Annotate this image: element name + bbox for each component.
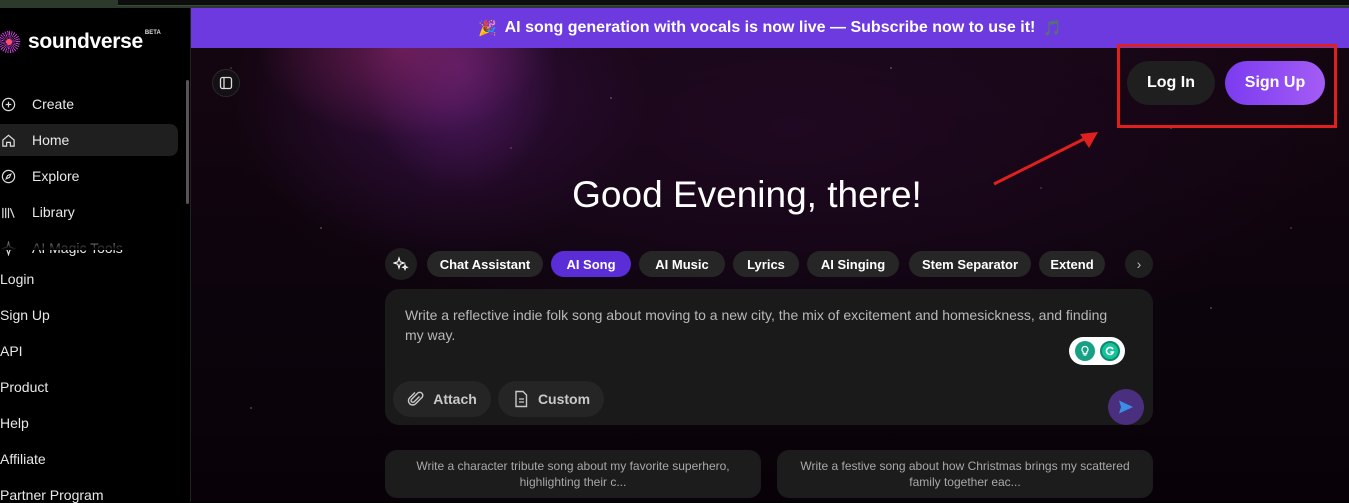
suggestion-card-1[interactable]: Write a character tribute song about my …	[385, 450, 761, 498]
brand-name: soundverse	[28, 30, 143, 53]
compass-icon	[0, 168, 16, 184]
home-icon	[0, 132, 16, 148]
sidebar-item-library[interactable]: Library	[0, 196, 178, 228]
chip-stem-separator[interactable]: Stem Separator	[909, 251, 1031, 277]
lightbulb-icon	[1074, 341, 1095, 361]
send-icon	[1119, 400, 1133, 414]
sidebar-item-label: Library	[32, 204, 75, 220]
grammarly-icon	[1099, 341, 1120, 361]
send-button[interactable]	[1108, 389, 1144, 425]
chip-ai-singing[interactable]: AI Singing	[807, 251, 899, 277]
link-product[interactable]: Product	[0, 379, 48, 395]
link-affiliate[interactable]: Affiliate	[0, 451, 46, 467]
nav-fade-overlay	[0, 236, 190, 250]
sidebar-item-label: Create	[32, 96, 75, 112]
browser-tab-edge	[118, 0, 1349, 6]
paperclip-icon	[407, 391, 424, 406]
attach-button[interactable]: Attach	[393, 381, 491, 417]
sidebar-item-explore[interactable]: Explore	[0, 160, 178, 192]
sidebar-item-label: Home	[32, 132, 70, 148]
prompt-input[interactable]: Write a reflective indie folk song about…	[405, 305, 1125, 345]
sidebar-scrollbar[interactable]	[186, 80, 189, 204]
link-api[interactable]: API	[0, 343, 23, 359]
chip-extend[interactable]: Extend	[1039, 251, 1105, 277]
sidebar-item-home[interactable]: Home	[0, 124, 178, 156]
library-icon	[0, 204, 16, 220]
greeting-heading: Good Evening, there!	[191, 174, 1349, 216]
chevron-right-icon: ›	[1136, 256, 1142, 272]
greeting-text: Good Evening, there!	[572, 174, 922, 215]
sidebar: soundverse BETA Create Home Explore Libr…	[0, 8, 191, 503]
link-sign-up[interactable]: Sign Up	[0, 307, 50, 323]
sparkles-icon	[393, 256, 409, 271]
suggestion-card-2[interactable]: Write a festive song about how Christmas…	[777, 450, 1153, 498]
sidebar-item-create[interactable]: Create	[0, 88, 178, 120]
brand-logo[interactable]: soundverse BETA	[0, 28, 161, 56]
announcement-banner[interactable]: 🎉 AI song generation with vocals is now …	[191, 8, 1349, 48]
custom-button[interactable]: Custom	[498, 381, 604, 417]
tool-chips-bar: Chat Assistant AI Song AI Music Lyrics A…	[385, 248, 1153, 280]
prompt-card: Write a reflective indie folk song about…	[385, 289, 1153, 425]
grammarly-widget[interactable]	[1069, 337, 1125, 365]
sidebar-item-label: Explore	[32, 168, 80, 184]
music-note-icon: 🎵	[1043, 20, 1063, 37]
magic-sparkle-button[interactable]	[385, 248, 417, 280]
annotation-highlight-box	[1117, 44, 1337, 128]
chips-next-button[interactable]: ›	[1125, 250, 1153, 278]
plus-circle-icon	[0, 96, 16, 112]
soundverse-logo-icon	[0, 29, 22, 55]
document-icon	[515, 390, 528, 408]
browser-top-strip	[0, 0, 1349, 8]
chip-lyrics[interactable]: Lyrics	[733, 251, 799, 277]
main-area: 🎉 AI song generation with vocals is now …	[191, 8, 1349, 502]
chip-chat-assistant[interactable]: Chat Assistant	[427, 251, 543, 277]
chip-ai-music[interactable]: AI Music	[639, 251, 725, 277]
banner-text: AI song generation with vocals is now li…	[504, 19, 1036, 36]
attach-label: Attach	[433, 391, 477, 407]
sidebar-panel-icon	[219, 76, 233, 90]
chip-ai-song[interactable]: AI Song	[551, 251, 631, 277]
link-login[interactable]: Login	[0, 271, 34, 287]
link-partner-program[interactable]: Partner Program	[0, 487, 103, 503]
beta-badge: BETA	[144, 30, 161, 36]
link-help[interactable]: Help	[0, 415, 29, 431]
custom-label: Custom	[537, 391, 591, 407]
party-popper-icon: 🎉	[477, 20, 497, 37]
sidebar-toggle-button[interactable]	[212, 69, 240, 97]
